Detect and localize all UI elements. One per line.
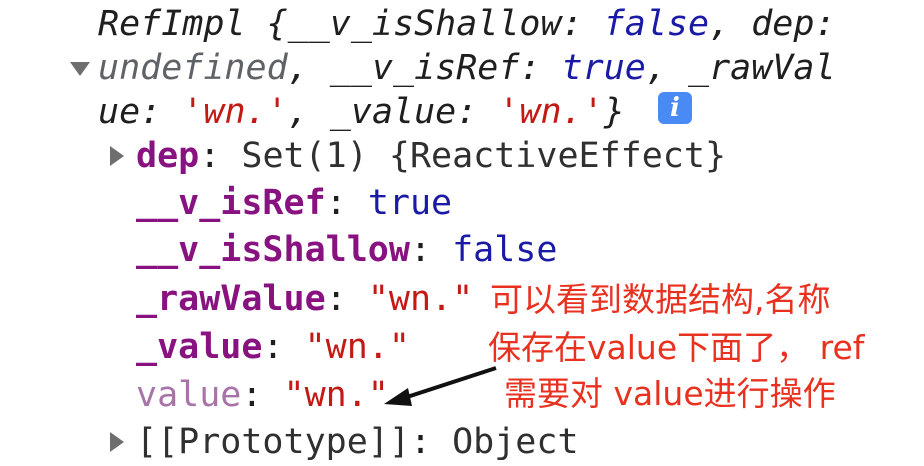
- annotation-arrow-icon: [384, 366, 497, 406]
